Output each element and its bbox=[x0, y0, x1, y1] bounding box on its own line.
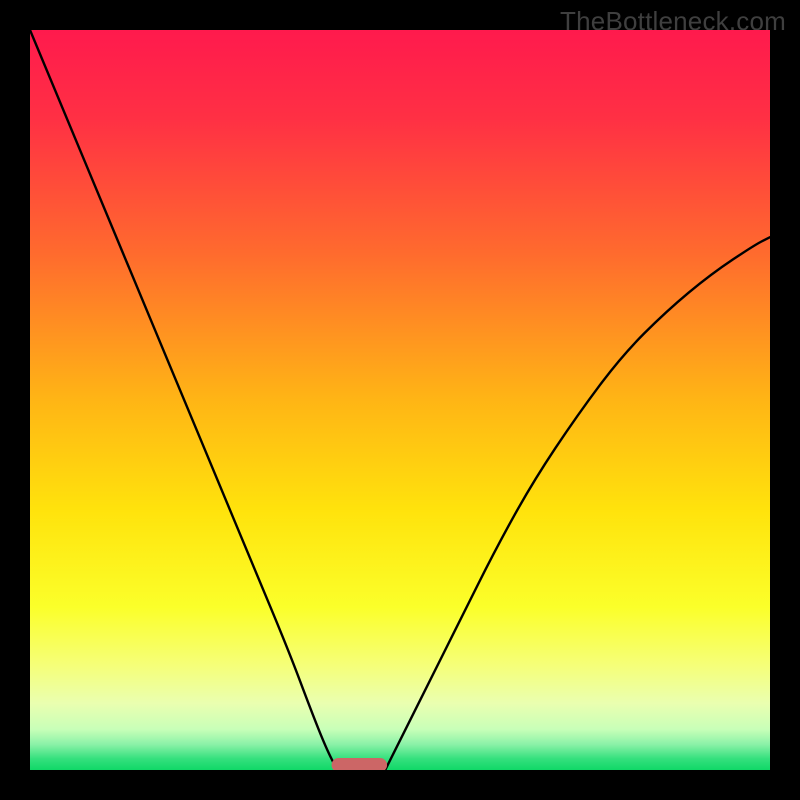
baseline-marker bbox=[332, 758, 388, 770]
baseline-marker-rect bbox=[332, 758, 388, 770]
chart-svg bbox=[30, 30, 770, 770]
plot-area bbox=[30, 30, 770, 770]
gradient-background bbox=[30, 30, 770, 770]
chart-frame: TheBottleneck.com bbox=[0, 0, 800, 800]
